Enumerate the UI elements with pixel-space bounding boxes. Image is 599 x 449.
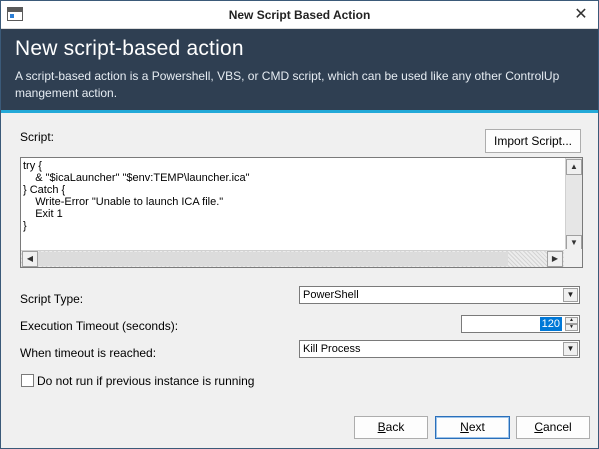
close-icon[interactable]: ✕ xyxy=(570,4,592,26)
decrement-icon[interactable]: ▼ xyxy=(565,324,578,331)
horizontal-scroll-thumb[interactable] xyxy=(38,252,508,266)
timeout-action-value: Kill Process xyxy=(303,343,361,355)
header-banner: New script-based action A script-based a… xyxy=(1,29,598,113)
execution-timeout-stepper[interactable]: 120 ▲ ▼ xyxy=(461,315,580,333)
script-code[interactable]: try { & "$icaLauncher" "$env:TEMP\launch… xyxy=(23,160,563,250)
new-script-action-dialog: New Script Based Action ✕ New script-bas… xyxy=(0,0,599,449)
script-type-label: Script Type: xyxy=(20,292,84,306)
script-editor[interactable]: try { & "$icaLauncher" "$env:TEMP\launch… xyxy=(20,157,583,268)
next-button[interactable]: Next xyxy=(435,416,510,439)
scroll-left-icon[interactable]: ◀ xyxy=(22,251,38,267)
page-description: A script-based action is a Powershell, V… xyxy=(15,69,560,100)
script-type-select[interactable]: PowerShell ▼ xyxy=(299,286,580,304)
cancel-button[interactable]: Cancel xyxy=(516,416,590,439)
scroll-right-icon[interactable]: ▶ xyxy=(547,251,563,267)
scrollbar-corner xyxy=(564,249,582,267)
chevron-down-icon[interactable]: ▼ xyxy=(563,288,578,302)
execution-timeout-label: Execution Timeout (seconds): xyxy=(20,319,179,333)
increment-icon[interactable]: ▲ xyxy=(565,317,578,324)
horizontal-scrollbar[interactable]: ◀ ▶ xyxy=(21,250,565,267)
script-type-value: PowerShell xyxy=(303,289,359,301)
window-title: New Script Based Action xyxy=(228,8,371,22)
cancel-label-rest: ancel xyxy=(542,420,572,434)
execution-timeout-value[interactable]: 120 xyxy=(539,317,562,331)
back-mnemonic: B xyxy=(377,420,386,434)
no-parallel-checkbox[interactable] xyxy=(21,374,34,387)
timeout-action-label: When timeout is reached: xyxy=(20,346,157,360)
back-label-rest: ack xyxy=(385,420,405,434)
import-script-button[interactable]: Import Script... xyxy=(485,129,581,153)
page-title: New script-based action xyxy=(15,37,244,60)
script-label: Script: xyxy=(20,130,55,144)
title-bar: New Script Based Action ✕ xyxy=(1,1,598,29)
timeout-action-select[interactable]: Kill Process ▼ xyxy=(299,340,580,358)
cancel-mnemonic: C xyxy=(534,420,543,434)
back-button[interactable]: Back xyxy=(354,416,428,439)
no-parallel-label[interactable]: Do not run if previous instance is runni… xyxy=(37,374,254,388)
next-mnemonic: N xyxy=(460,420,469,434)
vertical-scrollbar[interactable]: ▲ ▼ xyxy=(565,158,582,252)
next-label-rest: ext xyxy=(468,420,485,434)
scroll-up-icon[interactable]: ▲ xyxy=(566,159,582,175)
chevron-down-icon[interactable]: ▼ xyxy=(563,342,578,356)
